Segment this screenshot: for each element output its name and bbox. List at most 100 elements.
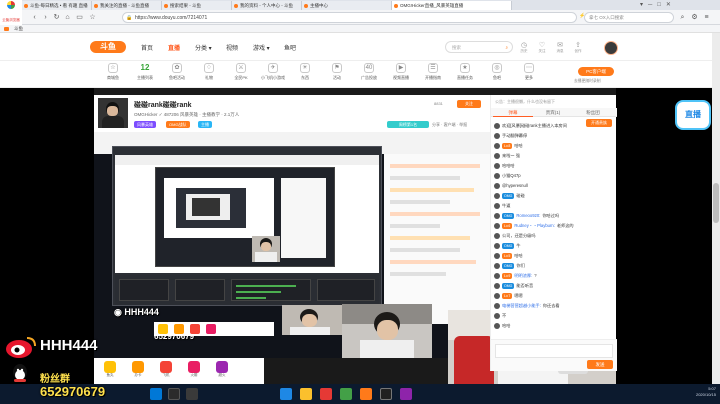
scrollbar-thumb[interactable] [713,183,719,223]
message-icon[interactable]: ✉ 消息 [553,41,567,54]
chat-avatar-icon[interactable] [494,152,500,159]
site-search-icon[interactable]: ⌕ [505,42,508,53]
window-controls[interactable]: ▾ ─ □ ✕ [640,1,671,8]
category-item[interactable]: 12 主播列表 [132,63,158,81]
site-logo[interactable]: 斗鱼 [90,41,126,53]
chat-avatar-icon[interactable] [494,322,500,329]
rank-badge[interactable]: 周榜第1名 [387,121,429,128]
chat-badge[interactable]: OMG [502,212,515,219]
menu-icon[interactable]: ≡ [702,13,711,22]
chat-avatar-icon[interactable] [494,282,500,289]
tab-fans[interactable]: 粉丝团 [573,108,613,117]
page-scrollbar[interactable] [712,33,720,384]
browser-tab[interactable]: OMG!Hicker直播_风暴英雄直播 [392,1,512,10]
room-tag-game[interactable]: 风暴英雄 [134,121,156,128]
bookmark-douyu[interactable]: 斗鱼 [14,26,23,31]
nav-video[interactable]: 视频 [226,43,238,52]
chat-avatar-icon[interactable] [494,262,500,269]
chat-badge[interactable]: OMG [502,242,515,249]
room-tag-anchor[interactable]: 主播 [198,121,212,128]
chat-avatar-icon[interactable] [494,222,500,229]
chat-avatar-icon[interactable] [494,142,500,149]
category-item[interactable]: ⚔ 全民PK [228,63,254,81]
app-icon-ie[interactable] [280,388,292,400]
history-icon[interactable]: ◷ 历史 [517,41,531,54]
tab-danmaku[interactable]: 弹幕 [493,108,533,117]
chat-avatar-icon[interactable] [494,192,500,199]
browser-tab[interactable]: 我的资料 - 个人中心 - 斗鱼 [232,1,302,10]
chat-avatar-icon[interactable] [494,212,500,219]
back-icon[interactable]: ‹ [30,13,39,22]
category-item[interactable]: 40 广告投放 [356,63,382,81]
gift-item[interactable]: 火箭 [186,361,202,378]
chat-badge[interactable]: OMG [502,192,515,199]
gift-item[interactable]: 飞机 [158,361,174,378]
chat-badge[interactable]: Lv.6 [502,222,513,229]
category-item[interactable]: ▶ 视频直播 [388,63,414,81]
shield-icon[interactable]: ⚡ [579,13,585,22]
app-icon-wechat[interactable] [340,388,352,400]
category-item[interactable]: ☰ 开播指南 [420,63,446,81]
app-icon-music[interactable] [400,388,412,400]
anchor-avatar[interactable] [98,98,128,128]
category-item[interactable]: ✈ 小飞机小游戏 [260,63,286,81]
category-item[interactable]: ✿ 鱼吧活动 [164,63,190,81]
category-item[interactable]: ★ 直播任务 [452,63,478,81]
chat-badge[interactable]: Lv.7 [502,292,513,299]
url-input[interactable]: 🔒 https://www.douyu.com/7214071 [122,12,577,23]
browser-tab[interactable]: 搜索结果 - 斗鱼 [162,1,232,10]
category-item[interactable]: ♢ 礼物 [196,63,222,81]
search-icon[interactable]: ⌕ [678,13,687,22]
user-avatar[interactable] [604,41,618,55]
search-taskbar-icon[interactable] [168,388,180,400]
chat-username[interactable]: 电梯营营超越小能手: [502,303,541,308]
mascot-badge[interactable]: 直播 [675,100,711,130]
category-item[interactable]: ☆ 商城鱼 [100,63,126,81]
browser-tab[interactable]: 斗鱼-每日精选 • 看 有趣 直播 [22,1,92,10]
chat-avatar-icon[interactable] [494,122,500,129]
gift-item[interactable]: 鱼丸 [102,361,118,378]
follow-icon[interactable]: ♡ 关注 [535,41,549,54]
chat-username[interactable]: Rudney・・Playburn: [514,223,555,228]
gift-item[interactable]: 办卡 [130,361,146,378]
chat-badge[interactable]: Lv.5 [502,252,513,259]
upload-icon[interactable]: ⇪ 创作 [571,41,585,54]
chat-avatar-icon[interactable] [494,252,500,259]
star-icon[interactable]: ☆ [88,13,97,22]
chat-avatar-icon[interactable] [494,232,500,239]
chat-avatar-icon[interactable] [494,132,500,139]
extensions-icon[interactable]: ⚙ [690,13,699,22]
nav-yuba[interactable]: 鱼吧 [284,43,296,52]
nav-category[interactable]: 分类 ▾ [195,43,212,52]
room-tag-team[interactable]: OMG战队 [166,121,190,128]
chat-badge[interactable]: Lv.8 [502,142,513,149]
category-item[interactable]: ☀ 东西 [292,63,318,81]
chat-avatar-icon[interactable] [494,292,500,299]
category-item[interactable]: ◎ 鱼吧 [484,63,510,81]
tabs-icon[interactable]: ▭ [75,13,84,22]
refresh-icon[interactable]: ↻ [52,13,61,22]
nav-live[interactable]: 直播 [168,43,180,52]
send-button[interactable]: 发送 [587,360,613,369]
room-side-actions[interactable]: 分享 · 客户端 · 举报 [432,121,467,128]
chat-avatar-icon[interactable] [494,162,500,169]
chat-username[interactable]: 明明浓厚: [514,273,532,278]
home-icon[interactable]: ⌂ [63,13,72,22]
chat-input[interactable] [495,344,613,358]
browser-logo[interactable] [0,0,22,10]
chat-badge[interactable]: OMG [502,282,515,289]
task-view-icon[interactable] [186,388,198,400]
start-icon[interactable] [150,388,162,400]
browser-tab[interactable]: 我关注的直播 - 斗鱼直播 [92,1,162,10]
app-icon-browser[interactable] [320,388,332,400]
app-icon-douyu[interactable] [360,388,372,400]
video-player[interactable]: ◉ HHH444 652970679 [94,132,490,358]
nav-games[interactable]: 游戏 ▾ [253,43,270,52]
pc-client-button[interactable]: PC客户端 [578,67,614,76]
chat-avatar-icon[interactable] [494,172,500,179]
site-search-input[interactable]: 搜索 ⌕ [445,41,513,53]
tab-vip[interactable]: 贵宾(1) [533,108,573,117]
category-item[interactable]: ⚑ 活动 [324,63,350,81]
chat-avatar-icon[interactable] [494,182,500,189]
chat-badge[interactable]: OMG [502,262,515,269]
